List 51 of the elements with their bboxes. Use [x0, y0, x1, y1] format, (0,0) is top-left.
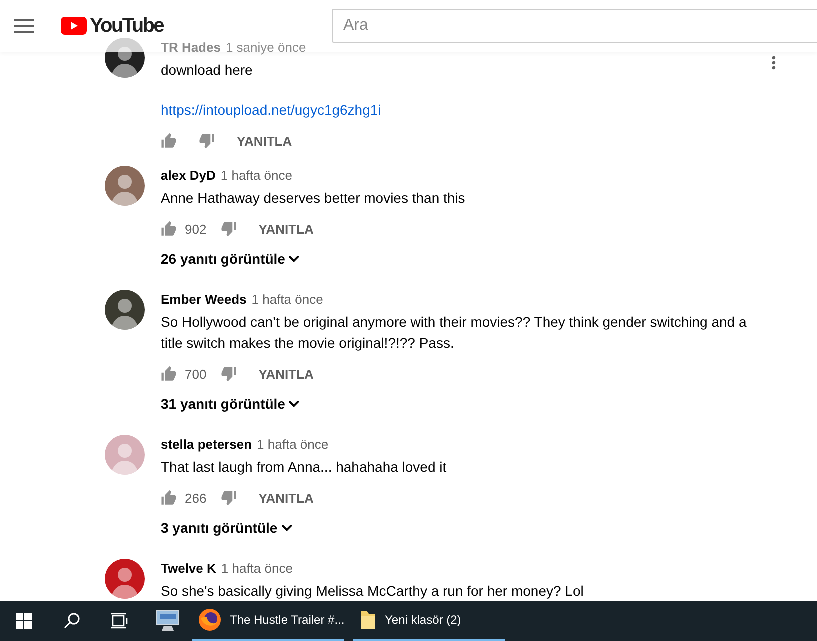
comment-text: So she's basically giving Melissa McCarthy a run for her money? Lol — [161, 582, 585, 601]
thumbs-up-icon[interactable] — [161, 133, 177, 149]
task-view-icon[interactable] — [111, 613, 129, 629]
chevron-down-icon — [289, 401, 300, 407]
thumbs-down-icon[interactable] — [220, 366, 237, 382]
thumbs-down-icon[interactable] — [199, 133, 215, 149]
avatar[interactable] — [105, 290, 145, 330]
comment-author[interactable]: TR Hades — [161, 38, 221, 58]
search-field[interactable]: Ara — [332, 9, 817, 43]
more-icon[interactable] — [770, 56, 778, 70]
reply-button[interactable]: YANITLA — [258, 490, 314, 506]
reply-button[interactable]: YANITLA — [258, 366, 314, 382]
comment-author[interactable]: Ember Weeds — [161, 290, 247, 310]
browser-icon — [198, 608, 222, 632]
view-replies-button[interactable]: 3 yanıtı görüntüle — [161, 516, 292, 540]
comment-time[interactable]: 1 hafta önce — [252, 290, 324, 310]
taskbar-task[interactable]: Yeni klasör (2) — [353, 601, 505, 641]
menu-icon[interactable] — [14, 19, 34, 33]
thumbs-down-icon[interactable] — [220, 490, 237, 506]
comment-author[interactable]: alex DyD — [161, 166, 216, 186]
comment-time[interactable]: 1 hafta önce — [221, 559, 293, 579]
search-icon[interactable] — [63, 612, 81, 630]
comment-text: That last laugh from Anna... hahahaha loved it — [161, 458, 448, 477]
comment-link[interactable]: https://intoupload.net/ugyc1g6zhg1i — [161, 100, 382, 121]
view-replies-button[interactable]: 31 yanıtı görüntüle — [161, 392, 300, 416]
like-count: 902 — [185, 222, 207, 236]
chevron-down-icon — [282, 525, 292, 531]
comment-time[interactable]: 1 saniye önce — [226, 38, 306, 58]
reply-button[interactable]: YANITLA — [237, 134, 292, 148]
comment-text: So Hollywood can’t be original anymore with their movies?? They think gender switching and a title switch makes the movie original!?!?? Pass. — [161, 313, 748, 353]
comment-time[interactable]: 1 hafta önce — [257, 435, 329, 455]
windows-logo-icon[interactable] — [16, 613, 32, 629]
play-logo-icon[interactable] — [61, 17, 87, 35]
reply-button[interactable]: YANITLA — [258, 222, 314, 236]
comment-time[interactable]: 1 hafta önce — [220, 166, 292, 186]
folder-icon — [359, 609, 377, 631]
thumbs-up-icon[interactable] — [161, 490, 177, 506]
thumbs-up-icon[interactable] — [161, 366, 177, 382]
avatar[interactable] — [105, 559, 145, 599]
thumbs-down-icon[interactable] — [220, 221, 237, 237]
view-replies-button[interactable]: 26 yanıtı görüntüle — [161, 247, 300, 271]
chevron-down-icon — [289, 256, 300, 262]
logo-text[interactable]: YouTube — [90, 14, 164, 38]
like-count: 266 — [185, 490, 207, 506]
comment-text: Anne Hathaway deserves better movies than this — [161, 189, 466, 208]
taskbar-task[interactable]: The Hustle Trailer #... — [192, 601, 344, 641]
like-count: 700 — [185, 366, 207, 382]
comment-author[interactable]: stella petersen — [161, 435, 252, 455]
thumbs-up-icon[interactable] — [161, 221, 177, 237]
comment-text: download here — [161, 61, 254, 80]
comment-author[interactable]: Twelve K — [161, 559, 216, 579]
